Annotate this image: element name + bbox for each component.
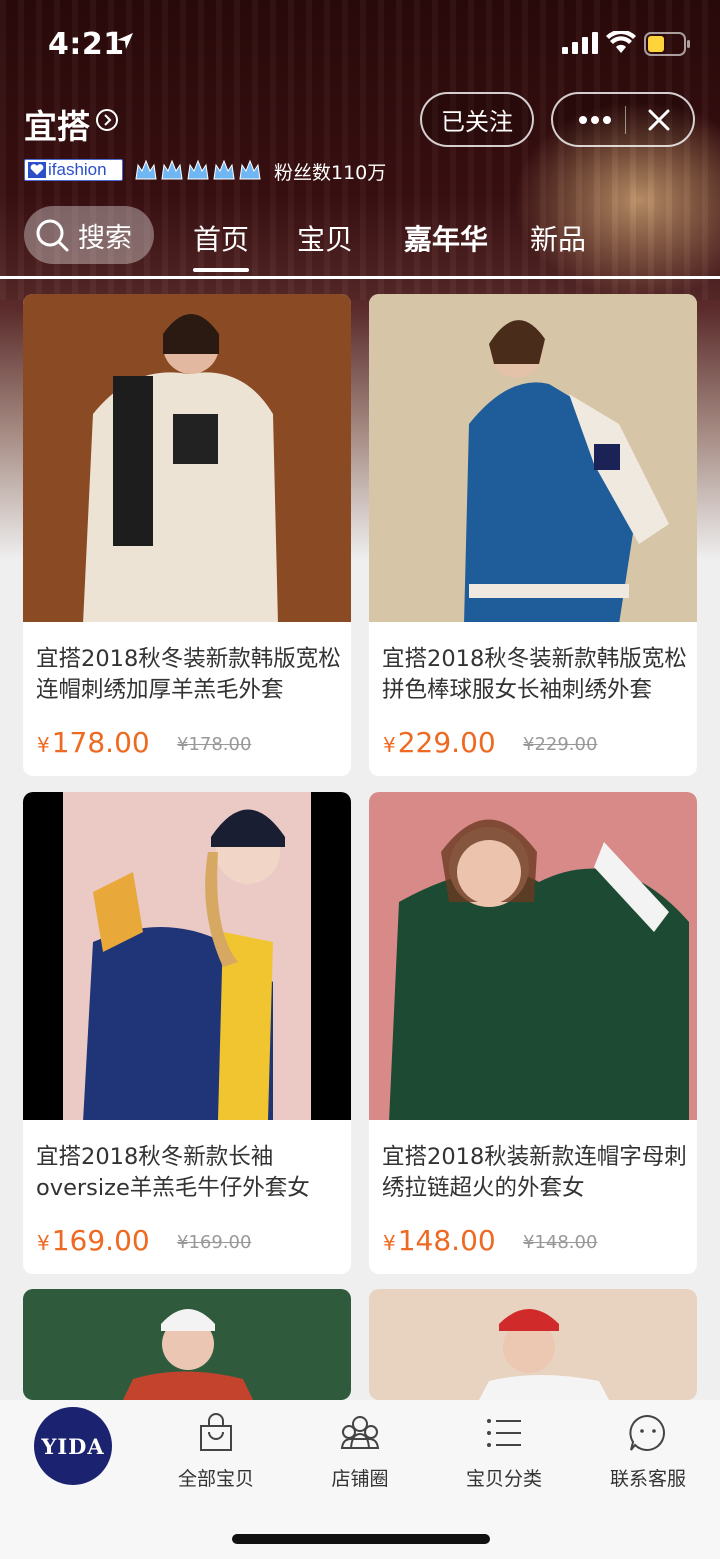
ifashion-badge-text: ifashion xyxy=(48,160,107,179)
product-card[interactable]: 宜搭2018秋装新款连帽字母刺绣拉链超火的外套女 ¥148.00 ¥148.00 xyxy=(369,792,697,1274)
price-value: 229.00 xyxy=(397,726,496,759)
currency-symbol: ¥ xyxy=(383,733,396,757)
status-bar: 4:21 xyxy=(0,0,720,90)
product-price: ¥148.00 xyxy=(383,1224,496,1257)
price-value: 178.00 xyxy=(51,726,150,759)
product-price: ¥178.00 xyxy=(37,726,150,759)
location-arrow-icon xyxy=(117,33,133,49)
cell-signal-icon xyxy=(562,32,598,54)
original-price: ¥229.00 xyxy=(523,734,598,755)
tab-all-products[interactable]: 全部宝贝 xyxy=(156,1412,276,1491)
product-image xyxy=(23,1289,351,1400)
original-price: ¥178.00 xyxy=(177,734,252,755)
chat-icon xyxy=(629,1414,666,1451)
product-image xyxy=(369,1289,697,1400)
home-indicator[interactable] xyxy=(232,1534,490,1544)
original-price: ¥169.00 xyxy=(177,1232,252,1253)
store-logo[interactable]: YIDA xyxy=(34,1407,112,1485)
search-icon xyxy=(36,219,69,252)
product-card[interactable] xyxy=(23,1289,351,1400)
people-icon xyxy=(340,1416,380,1449)
list-icon xyxy=(487,1419,521,1447)
product-title: 宜搭2018秋冬装新款韩版宽松拼色棒球服女长袖刺绣外套 xyxy=(382,646,687,703)
store-name[interactable]: 宜搭 xyxy=(24,100,90,148)
tab-all-products-label: 全部宝贝 xyxy=(177,1468,254,1490)
product-title: 宜搭2018秋装新款连帽字母刺绣拉链超火的外套女 xyxy=(382,1144,687,1201)
more-icon[interactable] xyxy=(575,110,615,130)
tab-store-circle[interactable]: 店铺圈 xyxy=(300,1412,420,1491)
tab-home[interactable]: 首页 xyxy=(193,218,250,272)
wifi-icon xyxy=(606,31,636,53)
tab-categories-label: 宝贝分类 xyxy=(465,1468,542,1490)
chevron-right-circle-icon[interactable] xyxy=(95,108,119,132)
price-value: 169.00 xyxy=(51,1224,150,1257)
currency-symbol: ¥ xyxy=(383,1231,396,1255)
close-icon[interactable] xyxy=(647,108,671,132)
product-price: ¥229.00 xyxy=(383,726,496,759)
tab-categories[interactable]: 宝贝分类 xyxy=(444,1412,564,1491)
follow-button[interactable]: 已关注 xyxy=(420,92,534,147)
status-time: 4:21 xyxy=(48,27,125,62)
product-card[interactable]: 宜搭2018秋冬装新款韩版宽松拼色棒球服女长袖刺绣外套 ¥229.00 ¥229… xyxy=(369,294,697,776)
search-button[interactable]: 搜索 xyxy=(24,206,154,264)
product-image xyxy=(23,294,351,622)
tab-products[interactable]: 宝贝 xyxy=(297,218,353,258)
currency-symbol: ¥ xyxy=(37,733,50,757)
bag-icon xyxy=(200,1413,232,1451)
original-price: ¥148.00 xyxy=(523,1232,598,1253)
currency-symbol: ¥ xyxy=(37,1231,50,1255)
mini-program-capsule xyxy=(551,92,695,147)
product-title: 宜搭2018秋冬新款长袖oversize羊羔毛牛仔外套女 xyxy=(36,1144,310,1201)
product-image xyxy=(369,792,697,1120)
fans-count: 粉丝数110万 xyxy=(274,162,387,184)
product-image xyxy=(369,294,697,622)
product-card[interactable]: 宜搭2018秋冬新款长袖oversize羊羔毛牛仔外套女 ¥169.00 ¥16… xyxy=(23,792,351,1274)
price-value: 148.00 xyxy=(397,1224,496,1257)
tab-customer-service-label: 联系客服 xyxy=(609,1468,686,1490)
tab-carnival[interactable]: 嘉年华 xyxy=(404,218,488,258)
product-image xyxy=(23,792,351,1120)
search-label: 搜索 xyxy=(78,222,132,254)
nav-divider xyxy=(0,276,720,279)
tab-customer-service[interactable]: 联系客服 xyxy=(588,1412,708,1491)
product-card[interactable] xyxy=(369,1289,697,1400)
product-card[interactable]: 宜搭2018秋冬装新款韩版宽松连帽刺绣加厚羊羔毛外套 ¥178.00 ¥178.… xyxy=(23,294,351,776)
capsule-divider xyxy=(625,106,626,134)
heart-icon xyxy=(28,162,46,178)
tab-new[interactable]: 新品 xyxy=(530,218,586,258)
battery-icon xyxy=(644,32,690,56)
ifashion-badge: ifashion xyxy=(24,159,123,181)
tab-store-circle-label: 店铺圈 xyxy=(331,1468,389,1490)
product-title: 宜搭2018秋冬装新款韩版宽松连帽刺绣加厚羊羔毛外套 xyxy=(36,646,341,703)
crown-rating-icon xyxy=(135,159,261,180)
product-price: ¥169.00 xyxy=(37,1224,150,1257)
